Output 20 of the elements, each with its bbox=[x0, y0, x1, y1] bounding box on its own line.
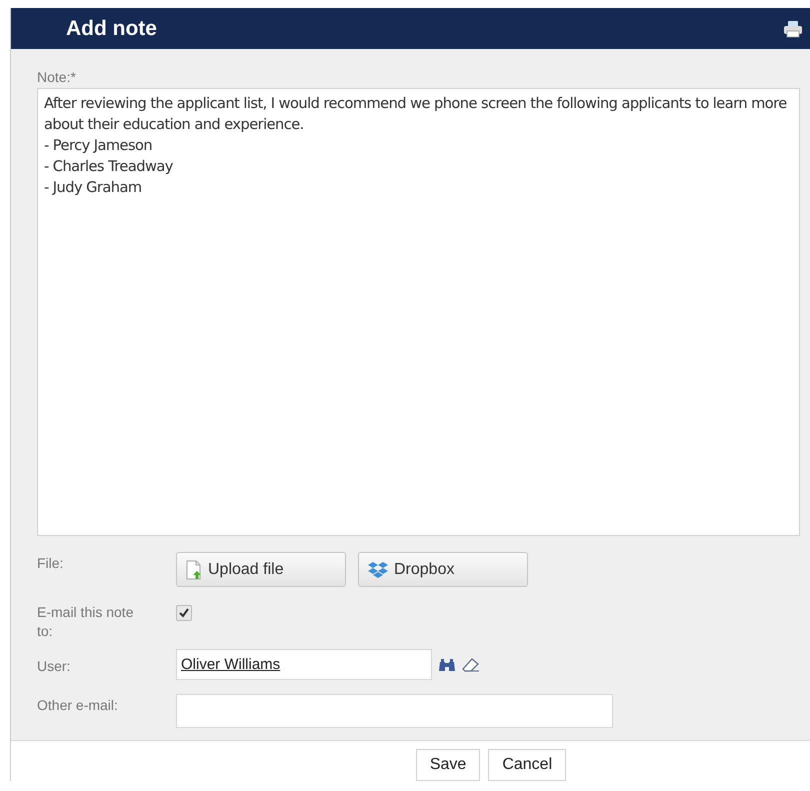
file-upload-icon bbox=[185, 560, 203, 580]
dropbox-icon bbox=[367, 560, 389, 578]
field-label: Other e-mail: bbox=[37, 696, 119, 715]
action-button[interactable]: Cancel bbox=[488, 749, 566, 781]
dialog-title: Add note bbox=[66, 16, 157, 40]
action-button[interactable]: Save bbox=[416, 749, 480, 781]
email-checkbox[interactable] bbox=[176, 605, 192, 621]
upload-button[interactable]: Upload file bbox=[176, 552, 346, 587]
field-label: Note:* bbox=[37, 69, 77, 85]
printer-icon[interactable] bbox=[783, 20, 803, 38]
field-label: User: bbox=[37, 657, 72, 676]
binoculars-icon[interactable] bbox=[438, 658, 456, 672]
field-label: File: bbox=[37, 554, 64, 573]
field-label: E-mail this note to: bbox=[37, 603, 134, 641]
user-field[interactable]: Oliver Williams bbox=[176, 649, 432, 680]
note-textarea[interactable]: After reviewing the applicant list, I would recommend we phone screen the following applicants to learn more about their education and experience. - Percy Jameson - Charles Treadway - Judy Graham bbox=[37, 88, 800, 536]
email-field[interactable] bbox=[176, 694, 613, 728]
user-link[interactable]: Oliver Williams bbox=[181, 656, 280, 673]
dropbox-button[interactable]: Dropbox bbox=[358, 552, 528, 587]
eraser-icon[interactable] bbox=[462, 658, 480, 672]
